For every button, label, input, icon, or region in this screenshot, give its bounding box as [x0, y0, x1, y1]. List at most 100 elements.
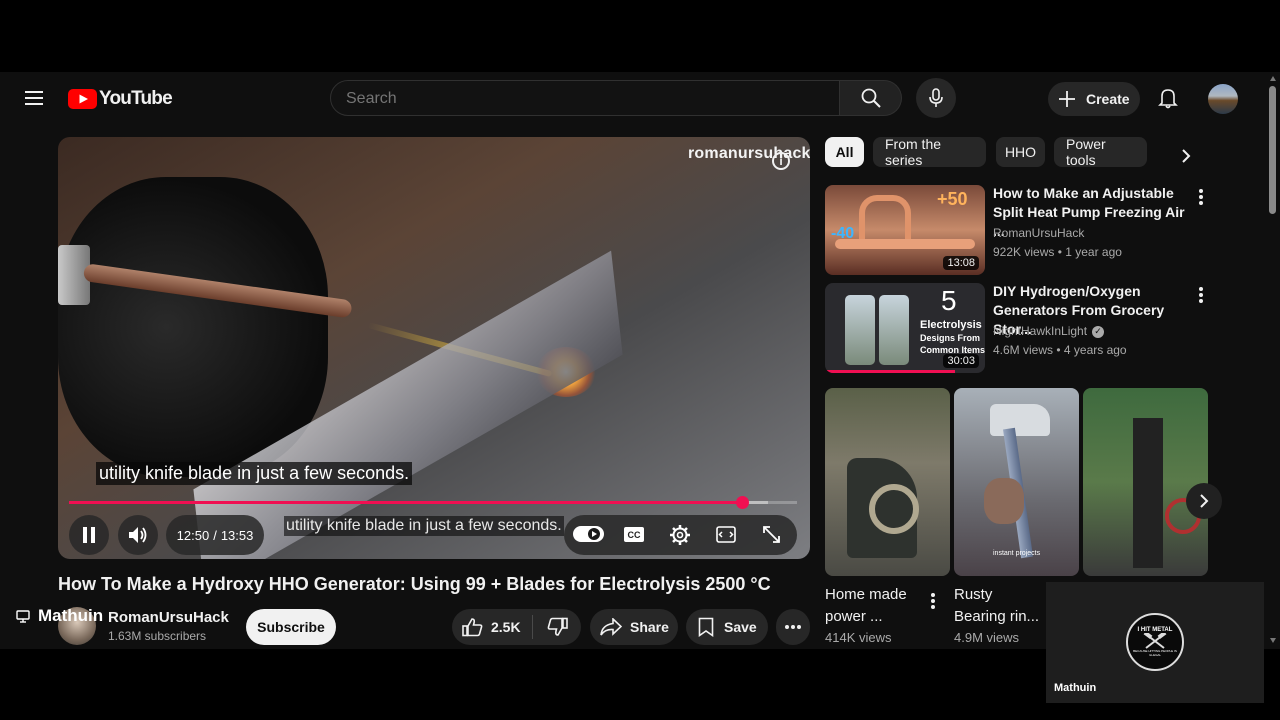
avatar[interactable] — [1208, 84, 1238, 114]
time-separator: / — [213, 527, 217, 543]
theater-mode-button[interactable] — [716, 526, 736, 543]
rec-channel[interactable]: RomanUrsuHack — [993, 224, 1084, 243]
participant-avatar: I HIT METAL BECAUSE HITTING PEOPLE IS IL… — [1126, 613, 1184, 671]
share-button[interactable]: Share — [590, 609, 678, 645]
caption-main: utility knife blade in just a few second… — [96, 462, 413, 485]
play-pause-button[interactable] — [69, 515, 109, 555]
youtube-play-logo-icon — [68, 89, 97, 109]
short-watermark: instant projects — [993, 550, 1041, 557]
monitor-icon — [16, 609, 30, 623]
scrubber-handle[interactable] — [735, 496, 749, 509]
volume-icon — [129, 527, 147, 543]
chips-next-button[interactable] — [1172, 142, 1200, 170]
settings-button[interactable] — [669, 524, 691, 546]
fullscreen-icon — [763, 526, 780, 543]
bookmark-icon — [698, 617, 714, 637]
short-thumbnail[interactable] — [954, 388, 1079, 576]
pause-icon — [83, 527, 95, 543]
subtitles-button[interactable]: CC — [624, 527, 644, 542]
progress-bar[interactable] — [69, 496, 797, 509]
save-label: Save — [724, 619, 757, 635]
autoplay-toggle[interactable] — [573, 526, 604, 542]
duration-badge: 30:03 — [943, 354, 979, 368]
thumb-caption-1: Electrolysis — [920, 319, 982, 331]
progress-played — [69, 501, 743, 504]
voice-search-button[interactable] — [916, 78, 956, 118]
chip-all[interactable]: All — [825, 137, 864, 167]
rec-thumbnail[interactable]: +50 -40 13:08 — [825, 185, 985, 275]
microphone-icon — [929, 88, 943, 107]
hamburger-icon — [25, 91, 43, 105]
short-views: 4.9M views — [954, 630, 1020, 645]
scrollbar-thumb[interactable] — [1269, 86, 1276, 214]
short-title-line2: power ... — [825, 608, 883, 625]
subscribe-button[interactable]: Subscribe — [246, 609, 336, 645]
notifications-button[interactable] — [1150, 80, 1186, 116]
short-press-frame — [1133, 418, 1163, 568]
thumbs-down-icon — [547, 617, 568, 636]
chip-from-the-series[interactable]: From the series — [873, 136, 986, 168]
rec-title-line1: DIY Hydrogen/Oxygen — [993, 283, 1141, 299]
thumb-number: 5 — [941, 285, 957, 316]
channel-watermark: romanursuhack — [688, 145, 810, 162]
video-title: How To Make a Hydroxy HHO Generator: Usi… — [58, 574, 771, 594]
short-title[interactable]: Home made power ... — [825, 584, 907, 628]
menu-button[interactable] — [20, 80, 48, 116]
info-button[interactable]: i — [772, 152, 790, 170]
youtube-window: YouTube Create — [0, 72, 1280, 649]
create-label: Create — [1086, 91, 1130, 107]
volume-button[interactable] — [118, 515, 158, 555]
more-horizontal-icon — [785, 625, 801, 629]
short-title-line2: Bearing rin... — [954, 608, 1040, 625]
shorts-next-button[interactable] — [1186, 483, 1222, 519]
thumb-caption-2: Designs From — [920, 333, 981, 343]
thumb-cold-label: -40 — [831, 225, 855, 242]
like-count: 2.5K — [491, 619, 521, 635]
channel-name[interactable]: RomanUrsuHack — [108, 609, 229, 626]
participant-name: Mathuin — [1054, 682, 1097, 694]
duration-badge: 13:08 — [943, 256, 979, 270]
short-hand — [984, 478, 1024, 524]
rec-thumbnail[interactable]: 5 Electrolysis Designs From Common Items… — [825, 283, 985, 373]
like-button[interactable]: 2.5K — [452, 609, 532, 645]
search-button[interactable] — [840, 80, 902, 116]
video-player[interactable]: romanursuhack i utility knife blade in j… — [58, 137, 810, 559]
rec-channel[interactable]: NightHawkInLight ✓ — [993, 322, 1105, 341]
chevron-right-icon — [1200, 494, 1209, 508]
rec-menu-button[interactable] — [1199, 189, 1203, 205]
dislike-button[interactable] — [533, 609, 581, 645]
rec-meta: 922K views • 1 year ago — [993, 245, 1122, 259]
thumbs-up-icon — [462, 618, 483, 637]
frame-sleeve — [58, 177, 328, 477]
save-button[interactable]: Save — [686, 609, 768, 645]
thumb-jar-right — [879, 295, 909, 365]
short-thumbnail[interactable] — [825, 388, 950, 576]
scroll-down-arrow-icon[interactable] — [1270, 638, 1276, 643]
verified-check-icon: ✓ — [1092, 325, 1105, 338]
page-scrollbar[interactable] — [1266, 72, 1280, 649]
short-title[interactable]: Rusty Bearing rin... — [954, 584, 1039, 628]
chip-hho[interactable]: HHO — [996, 137, 1045, 167]
scroll-up-arrow-icon[interactable] — [1270, 76, 1276, 81]
chip-power-tools[interactable]: Power tools — [1054, 136, 1147, 168]
short-thumbnail[interactable] — [1083, 388, 1208, 576]
time-display: 12:50 / 13:53 — [166, 515, 264, 555]
more-actions-button[interactable] — [776, 609, 810, 645]
fullscreen-button[interactable] — [762, 525, 781, 544]
presenter-name: Mathuin — [38, 606, 104, 625]
caption-ghost: utility knife blade in just a few second… — [284, 516, 564, 536]
rec-meta: 4.6M views • 4 years ago — [993, 343, 1127, 357]
create-button[interactable]: Create — [1048, 82, 1140, 116]
short-menu-button[interactable] — [931, 593, 935, 609]
short-title-line1: Rusty — [954, 586, 993, 603]
youtube-logo[interactable]: YouTube — [68, 88, 173, 110]
short-axe-head — [990, 404, 1050, 436]
participant-tile[interactable]: I HIT METAL BECAUSE HITTING PEOPLE IS IL… — [1046, 582, 1264, 703]
thumb-copper-pipe — [859, 195, 911, 241]
gear-icon — [670, 525, 690, 545]
search-input[interactable] — [331, 81, 808, 117]
rec-channel-name: NightHawkInLight — [993, 324, 1088, 338]
rec-menu-button[interactable] — [1199, 287, 1203, 303]
logo-text: YouTube — [99, 88, 173, 109]
time-current: 12:50 — [176, 527, 210, 543]
